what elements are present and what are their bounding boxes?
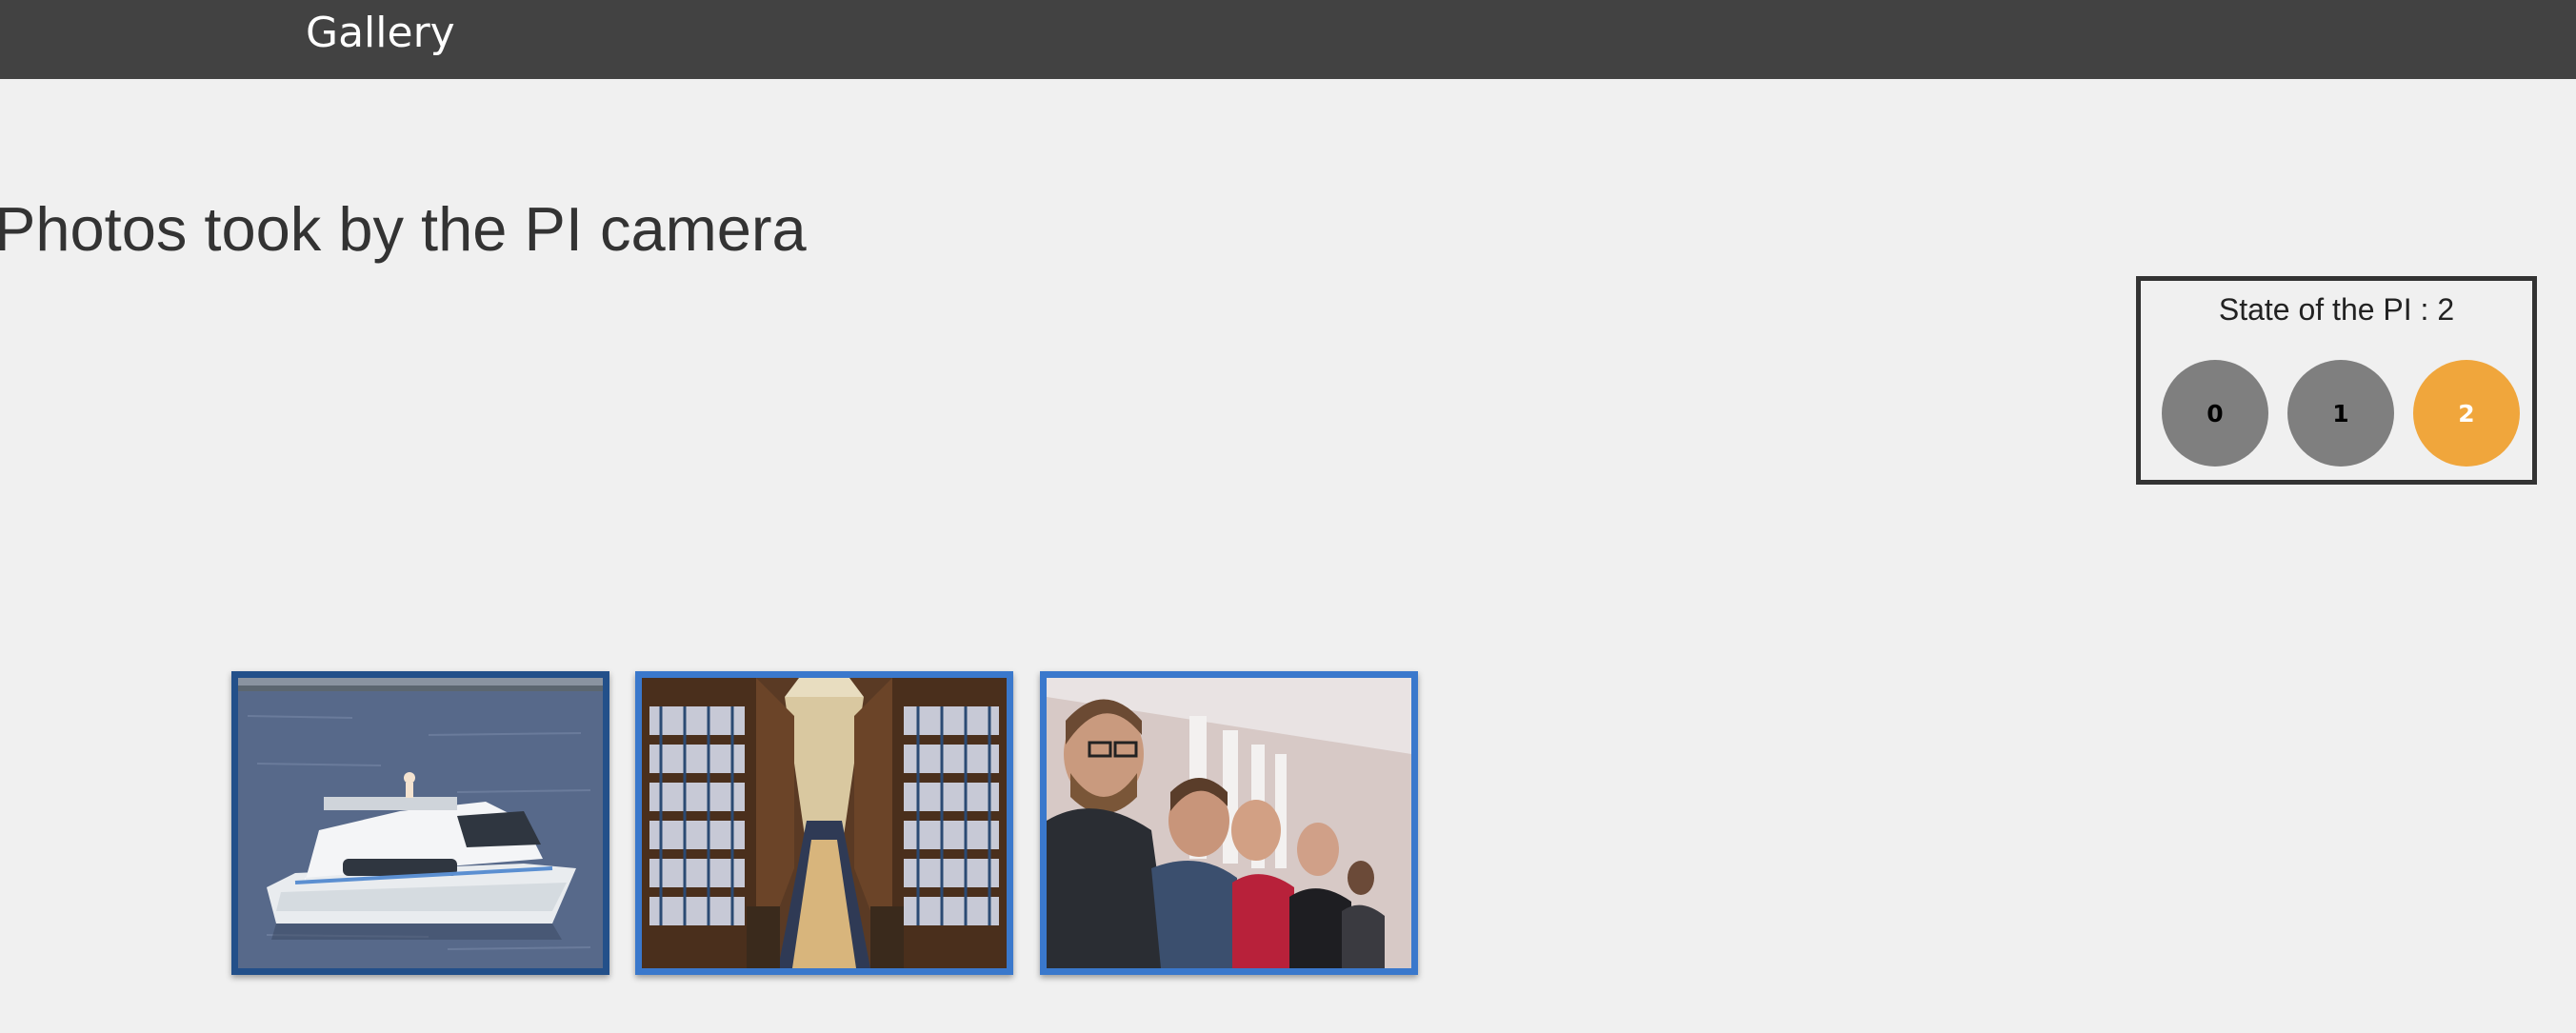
- group-selfie-photo-image: [1047, 678, 1411, 968]
- state-button-0[interactable]: 0: [2162, 360, 2268, 467]
- top-navbar: Gallery: [0, 0, 2576, 79]
- page-title: Photos took by the PI camera: [0, 194, 807, 264]
- photo-thumbnail-library[interactable]: [635, 671, 1013, 975]
- pi-state-panel: State of the PI : 2 0 1 2: [2136, 276, 2537, 485]
- photo-thumbnail-group-selfie[interactable]: [1040, 671, 1418, 975]
- pi-state-label: State of the PI : 2: [2218, 292, 2455, 327]
- library-photo-image: [642, 678, 1007, 968]
- photo-thumbnail-boat[interactable]: [231, 671, 609, 975]
- boat-photo-image: [238, 678, 603, 968]
- navbar-brand-link[interactable]: Gallery: [306, 8, 455, 59]
- state-button-2[interactable]: 2: [2413, 360, 2520, 467]
- state-button-1[interactable]: 1: [2287, 360, 2394, 467]
